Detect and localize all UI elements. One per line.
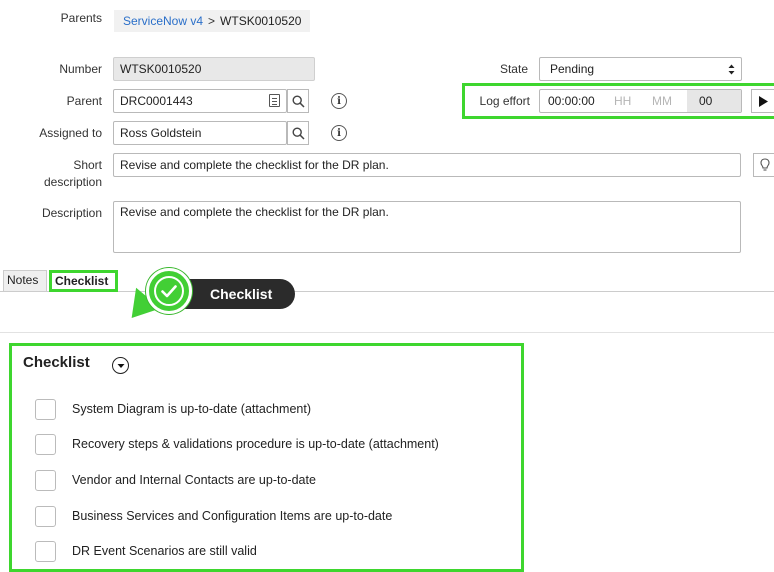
checklist-item[interactable]: Recovery steps & validations procedure i… bbox=[35, 433, 439, 455]
log-effort-minutes[interactable]: MM bbox=[652, 90, 672, 112]
checklist-item-label: Business Services and Configuration Item… bbox=[72, 509, 393, 523]
checkbox[interactable] bbox=[35, 433, 56, 455]
lightbulb-icon bbox=[760, 158, 770, 171]
description-label: Description bbox=[41, 206, 102, 220]
checklist-panel-highlight bbox=[9, 343, 524, 572]
timer-play-button[interactable] bbox=[751, 89, 774, 113]
check-circle-icon bbox=[146, 268, 192, 314]
play-icon bbox=[758, 95, 768, 107]
parent-field[interactable]: DRC0001443 bbox=[113, 89, 287, 113]
breadcrumb: ServiceNow v4 > WTSK0010520 bbox=[114, 10, 311, 32]
assigned-to-label: Assigned to bbox=[39, 126, 102, 140]
checklist-item-label: Vendor and Internal Contacts are up-to-d… bbox=[72, 473, 316, 487]
search-icon bbox=[291, 126, 305, 140]
tab-checklist[interactable]: Checklist bbox=[49, 270, 118, 292]
checklist-item[interactable]: Vendor and Internal Contacts are up-to-d… bbox=[35, 469, 316, 491]
parent-info-icon[interactable]: i bbox=[331, 93, 347, 109]
log-effort-field[interactable]: 00:00:00 HH MM 00 bbox=[539, 89, 742, 113]
short-description-label-line2: description bbox=[43, 175, 102, 189]
state-value: Pending bbox=[550, 62, 595, 76]
state-label: State bbox=[499, 62, 528, 76]
log-effort-label: Log effort bbox=[479, 94, 530, 108]
breadcrumb-separator: > bbox=[208, 14, 216, 28]
search-icon bbox=[291, 94, 305, 108]
assigned-to-field[interactable]: Ross Goldstein bbox=[113, 121, 287, 145]
checklist-item-label: Recovery steps & validations procedure i… bbox=[72, 437, 439, 451]
assigned-search-button[interactable] bbox=[287, 121, 309, 145]
checklist-item[interactable]: System Diagram is up-to-date (attachment… bbox=[35, 398, 311, 420]
assigned-info-icon[interactable]: i bbox=[331, 125, 347, 141]
checklist-item[interactable]: Business Services and Configuration Item… bbox=[35, 505, 392, 527]
checkbox[interactable] bbox=[35, 469, 56, 491]
suggestion-button[interactable] bbox=[753, 153, 774, 177]
log-effort-hours[interactable]: HH bbox=[614, 90, 631, 112]
checklist-item-label: System Diagram is up-to-date (attachment… bbox=[72, 402, 311, 416]
parent-search-button[interactable] bbox=[287, 89, 309, 113]
chevron-down-icon[interactable] bbox=[112, 357, 129, 374]
reference-icon[interactable] bbox=[269, 94, 280, 107]
checklist-item-label: DR Event Scenarios are still valid bbox=[72, 544, 257, 558]
parents-label: Parents bbox=[60, 11, 102, 25]
tab-notes[interactable]: Notes bbox=[3, 270, 47, 291]
checkmark-icon bbox=[161, 284, 177, 297]
panel-divider bbox=[0, 332, 774, 333]
short-description-field[interactable]: Revise and complete the checklist for th… bbox=[113, 153, 741, 177]
log-effort-time: 00:00:00 bbox=[548, 94, 595, 108]
log-effort-seconds[interactable]: 00 bbox=[687, 90, 741, 112]
checklist-item[interactable]: DR Event Scenarios are still valid bbox=[35, 540, 257, 562]
number-label: Number bbox=[59, 62, 102, 76]
parent-label: Parent bbox=[66, 94, 102, 108]
breadcrumb-current: WTSK0010520 bbox=[220, 14, 302, 28]
checkbox[interactable] bbox=[35, 540, 56, 562]
breadcrumb-link[interactable]: ServiceNow v4 bbox=[123, 14, 203, 28]
number-field[interactable]: WTSK0010520 bbox=[113, 57, 315, 81]
checkbox[interactable] bbox=[35, 505, 56, 527]
short-description-label-line1: Short bbox=[73, 158, 102, 172]
checkbox[interactable] bbox=[35, 398, 56, 420]
checklist-title: Checklist bbox=[23, 354, 90, 371]
state-select[interactable]: Pending bbox=[539, 57, 742, 81]
select-arrows-icon bbox=[728, 64, 735, 75]
description-textarea[interactable]: Revise and complete the checklist for th… bbox=[113, 201, 741, 253]
